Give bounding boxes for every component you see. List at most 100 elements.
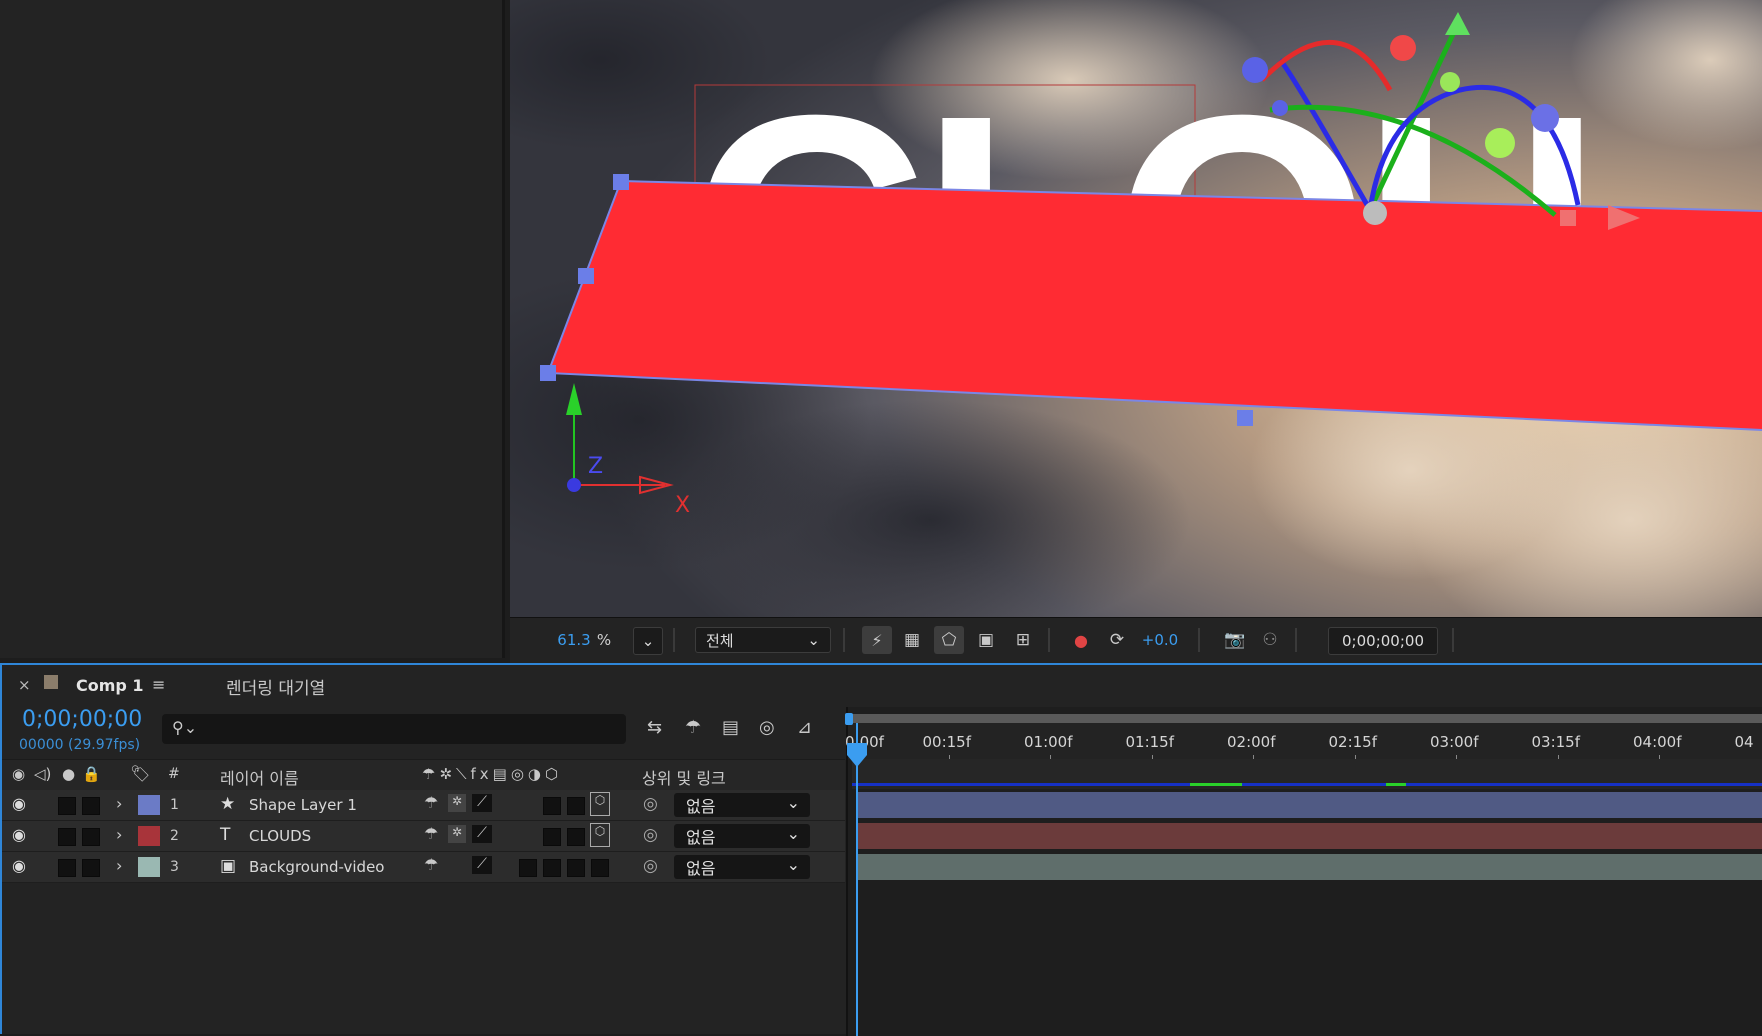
- mask-visibility-button[interactable]: ⬠: [934, 626, 964, 654]
- channel-button[interactable]: ●: [1066, 626, 1096, 654]
- layer-name[interactable]: CLOUDS: [249, 827, 311, 845]
- layer-search-input[interactable]: ⚲⌄: [162, 714, 626, 744]
- handle-top-left[interactable]: [613, 174, 629, 190]
- layer-label-color[interactable]: [138, 857, 160, 877]
- composition-viewer[interactable]: CLOU Z X: [510, 0, 1762, 617]
- layer-duration-bar[interactable]: [858, 823, 1762, 849]
- panel-menu-icon[interactable]: ≡: [152, 675, 165, 694]
- audio-toggle-box[interactable]: [58, 828, 76, 846]
- eye-icon[interactable]: ◉: [12, 794, 26, 813]
- audio-icon[interactable]: ◁): [34, 765, 51, 783]
- shy-icon[interactable]: ☂: [424, 824, 438, 843]
- snapshot-button[interactable]: 📷: [1220, 626, 1250, 654]
- parent-dropdown[interactable]: 없음 ⌄: [674, 824, 810, 848]
- resolution-dropdown[interactable]: 전체 ⌄: [695, 627, 831, 653]
- viewer-canvas[interactable]: CLOU Z X: [510, 0, 1762, 617]
- tab-comp-1[interactable]: Comp 1: [76, 676, 144, 695]
- col-parent-link[interactable]: 상위 및 링크: [642, 765, 726, 789]
- fast-preview-button[interactable]: ⚡: [862, 626, 892, 654]
- show-snapshot-icon: ⚇: [1262, 630, 1278, 650]
- parent-dropdown[interactable]: 없음 ⌄: [674, 793, 810, 817]
- chevron-down-icon: ⌄: [786, 824, 800, 843]
- motion-blur-icon[interactable]: ◎: [759, 717, 775, 738]
- solo-toggle-box[interactable]: [82, 828, 100, 846]
- layer-switch-box[interactable]: [543, 828, 561, 846]
- collapse-transform-icon[interactable]: ✲: [448, 825, 466, 843]
- graph-editor-icon[interactable]: ⊿: [797, 717, 812, 738]
- show-snapshot-button[interactable]: ⚇: [1255, 626, 1285, 654]
- fast-preview-icon: ⚡: [871, 630, 883, 650]
- solo-icon[interactable]: ●: [62, 765, 75, 783]
- time-ruler[interactable]: [848, 723, 1762, 759]
- region-icon: ▣: [977, 630, 995, 650]
- chevron-down-icon: ⌄: [641, 632, 655, 650]
- audio-toggle-box[interactable]: [58, 859, 76, 877]
- handle-mid-left[interactable]: [578, 268, 594, 284]
- layer-switch-box[interactable]: [543, 859, 561, 877]
- quality-slash-icon[interactable]: ⟋: [472, 856, 492, 874]
- zoom-dropdown[interactable]: ⌄: [633, 627, 663, 655]
- lock-icon[interactable]: 🔒: [82, 765, 101, 783]
- layer-name[interactable]: Background-video: [249, 858, 384, 876]
- chevron-down-icon: ⌄: [807, 631, 820, 649]
- layer-row[interactable]: ◉ › 1 ★ Shape Layer 1 ☂ ✲ ⟋ ⬡ ◎ 없음 ⌄: [2, 790, 845, 821]
- current-time[interactable]: 0;00;00;00: [22, 707, 142, 732]
- layer-switch-box[interactable]: [543, 797, 561, 815]
- 3d-layer-icon[interactable]: ⬡: [590, 792, 610, 816]
- transparency-grid-button[interactable]: ▦: [897, 626, 927, 654]
- work-area-start-handle[interactable]: [845, 713, 853, 725]
- shy-icon[interactable]: ☂: [424, 855, 438, 874]
- handle-bottom-left[interactable]: [540, 365, 556, 381]
- audio-toggle-box[interactable]: [58, 797, 76, 815]
- zoom-unit: %: [596, 631, 612, 649]
- eye-icon[interactable]: ◉: [12, 856, 26, 875]
- layer-switch-box[interactable]: [567, 828, 585, 846]
- quality-slash-icon[interactable]: ⟋: [472, 794, 492, 812]
- layer-switch-box[interactable]: [591, 859, 609, 877]
- layer-column-header: ◉ ◁) ● 🔒 🏷 # 레이어 이름 ☂✲⟍fx▤◎◑⬡ 상위 및 링크: [2, 759, 845, 791]
- frame-blending-icon[interactable]: ▤: [722, 717, 739, 738]
- solo-toggle-box[interactable]: [82, 859, 100, 877]
- tab-render-queue[interactable]: 렌더링 대기열: [226, 674, 325, 699]
- quality-slash-icon[interactable]: ⟋: [472, 825, 492, 843]
- chevron-right-icon[interactable]: ›: [116, 825, 122, 844]
- layer-switch-box[interactable]: [519, 859, 537, 877]
- shy-icon[interactable]: ☂: [424, 793, 438, 812]
- collapse-transform-icon[interactable]: ✲: [448, 794, 466, 812]
- playhead-icon[interactable]: [847, 743, 867, 769]
- layer-name[interactable]: Shape Layer 1: [249, 796, 357, 814]
- layer-duration-bar[interactable]: [858, 854, 1762, 880]
- eye-icon[interactable]: ◉: [12, 765, 25, 783]
- layer-row[interactable]: ◉ › 2 T CLOUDS ☂ ✲ ⟋ ⬡ ◎ 없음 ⌄: [2, 821, 845, 852]
- layer-label-color[interactable]: [138, 826, 160, 846]
- handle-bottom-mid[interactable]: [1237, 410, 1253, 426]
- parent-dropdown[interactable]: 없음 ⌄: [674, 855, 810, 879]
- layer-duration-bar[interactable]: [858, 792, 1762, 818]
- close-icon[interactable]: ×: [18, 676, 31, 694]
- color-management-button[interactable]: ⟳: [1102, 626, 1132, 654]
- label-tag-icon[interactable]: 🏷: [130, 764, 150, 783]
- comp-mini-flowchart-icon[interactable]: ⇆: [647, 717, 662, 738]
- layer-number: 3: [170, 859, 179, 875]
- shy-layers-icon[interactable]: ☂: [685, 717, 701, 738]
- exposure-value[interactable]: +0.0: [1138, 627, 1182, 653]
- pickwhip-icon[interactable]: ◎: [643, 856, 658, 876]
- ruler-label: 04:00f: [1633, 733, 1682, 751]
- layer-row[interactable]: ◉ › 3 ▣ Background-video ☂ ⟋ ◎ 없음 ⌄: [2, 852, 845, 883]
- pickwhip-icon[interactable]: ◎: [643, 794, 658, 814]
- 3d-layer-icon[interactable]: ⬡: [590, 823, 610, 847]
- viewer-timecode[interactable]: 0;00;00;00: [1328, 627, 1438, 655]
- playhead-line[interactable]: [856, 723, 858, 1036]
- chevron-right-icon[interactable]: ›: [116, 856, 122, 875]
- layer-switch-box[interactable]: [567, 859, 585, 877]
- pickwhip-icon[interactable]: ◎: [643, 825, 658, 845]
- layer-label-color[interactable]: [138, 795, 160, 815]
- grid-guides-button[interactable]: ⊞: [1008, 626, 1038, 654]
- eye-icon[interactable]: ◉: [12, 825, 26, 844]
- zoom-value[interactable]: 61.3: [554, 627, 594, 653]
- region-of-interest-button[interactable]: ▣: [971, 626, 1001, 654]
- col-layer-name[interactable]: 레이어 이름: [220, 765, 299, 789]
- chevron-right-icon[interactable]: ›: [116, 794, 122, 813]
- solo-toggle-box[interactable]: [82, 797, 100, 815]
- layer-switch-box[interactable]: [567, 797, 585, 815]
